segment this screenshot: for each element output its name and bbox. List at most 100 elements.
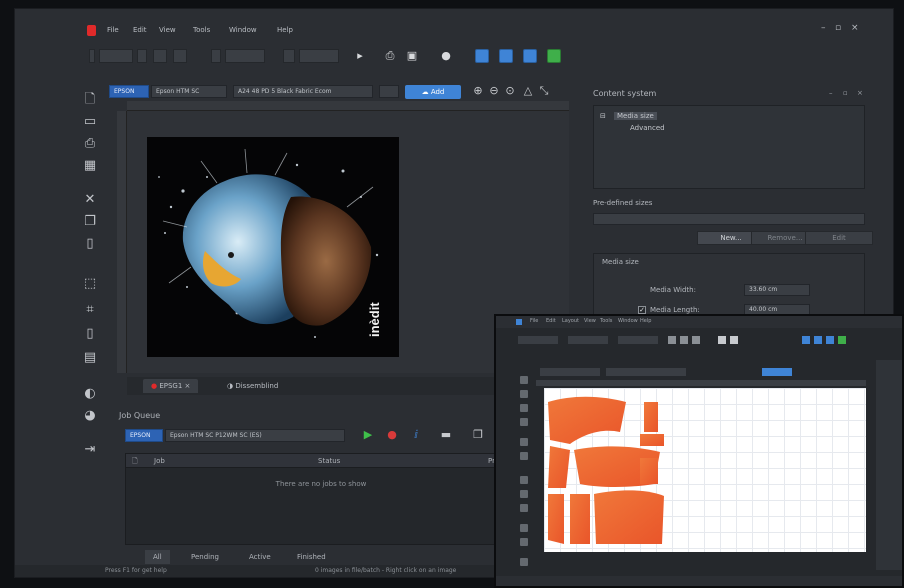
panel-pin-icon[interactable]: ▫	[843, 89, 848, 97]
play-small-icon[interactable]: ▸	[353, 49, 367, 63]
fit-icon[interactable]: ▯	[81, 325, 99, 343]
grid-icon[interactable]: ▤	[81, 349, 99, 367]
inset-fit-icon[interactable]	[520, 504, 528, 512]
layout-4-icon[interactable]	[547, 49, 561, 63]
menu-help[interactable]: Help	[277, 26, 293, 34]
stop-icon[interactable]: ●	[385, 428, 399, 442]
spinner3-icon[interactable]	[283, 49, 295, 63]
maximize-icon[interactable]: ▫	[835, 23, 841, 33]
inset-export-icon[interactable]	[520, 558, 528, 566]
printer-select[interactable]: Epson HTM SC	[151, 85, 227, 98]
menu-edit[interactable]: Edit	[133, 26, 147, 34]
inset-menu-window[interactable]: Window	[618, 318, 638, 324]
spinner-icon[interactable]	[89, 49, 95, 63]
inset-select-icon[interactable]	[520, 476, 528, 484]
zoom-in-icon[interactable]: ⊕	[471, 84, 485, 98]
inset-add-button[interactable]	[762, 368, 792, 376]
tab-doc-2[interactable]: ◑ Dissemblind	[219, 379, 286, 393]
inset-new-icon[interactable]	[520, 376, 528, 384]
rotate-icon[interactable]	[153, 49, 167, 63]
inset-pattern-canvas[interactable]	[544, 388, 866, 552]
inset-color-icon[interactable]	[520, 538, 528, 546]
inset-menu-layout[interactable]: Layout	[562, 318, 579, 324]
play-icon[interactable]: ▶	[361, 428, 375, 442]
zoom-out-icon[interactable]: ⊖	[487, 84, 501, 98]
spinner2-icon[interactable]	[211, 49, 221, 63]
inset-printer-icon[interactable]	[718, 336, 726, 344]
inset-layout-4-icon[interactable]	[838, 336, 846, 344]
tab-all[interactable]: All	[145, 550, 170, 564]
inset-media-select[interactable]	[606, 368, 686, 376]
panel-minimize-icon[interactable]: –	[829, 89, 833, 97]
inset-tool-1-icon[interactable]	[668, 336, 676, 344]
inset-copy-icon[interactable]	[520, 452, 528, 460]
inset-menu-file[interactable]: File	[530, 318, 538, 324]
new-file-icon[interactable]: 🗋	[81, 91, 99, 109]
inset-close-icon[interactable]	[520, 438, 528, 446]
inset-contrast-icon[interactable]	[520, 524, 528, 532]
printer-icon[interactable]: ⎙	[383, 49, 397, 63]
tree-expand-icon[interactable]: ⊟	[600, 112, 606, 120]
menu-file[interactable]: File	[107, 26, 119, 34]
inset-layout-3-icon[interactable]	[826, 336, 834, 344]
inset-open-icon[interactable]	[520, 390, 528, 398]
eagle-photo[interactable]: inèdit	[147, 137, 399, 357]
brand-select[interactable]: EPSON	[109, 85, 149, 98]
menu-view[interactable]: View	[159, 26, 176, 34]
inset-layout-1-icon[interactable]	[802, 336, 810, 344]
offset-field[interactable]	[299, 49, 339, 63]
lock-icon[interactable]	[137, 49, 147, 63]
inset-tool-3-icon[interactable]	[692, 336, 700, 344]
close-window-icon[interactable]: ×	[851, 23, 859, 33]
inset-printer-select[interactable]	[540, 368, 600, 376]
panel-close-icon[interactable]: ×	[857, 89, 863, 97]
edit-button[interactable]: Edit	[805, 231, 873, 245]
add-button[interactable]: ☁ Add	[405, 85, 461, 99]
minimize-icon[interactable]: –	[821, 23, 826, 33]
folder-icon[interactable]: ▣	[405, 49, 419, 63]
crop-icon[interactable]: ⌗	[81, 301, 99, 319]
tree-item-media-size[interactable]: Media size	[614, 112, 657, 120]
tree-item-advanced[interactable]: Advanced	[630, 124, 665, 132]
inset-tool-2-icon[interactable]	[680, 336, 688, 344]
inset-save-icon[interactable]	[520, 418, 528, 426]
media-option-select[interactable]	[379, 85, 399, 98]
height-field[interactable]	[225, 49, 265, 63]
layout-2-icon[interactable]	[499, 49, 513, 63]
align-icon[interactable]	[173, 49, 187, 63]
minus-icon[interactable]: ▬	[439, 428, 453, 442]
close-icon[interactable]: ✕	[81, 191, 99, 209]
inset-menu-tools[interactable]: Tools	[600, 318, 612, 324]
inset-folder-icon[interactable]	[730, 336, 738, 344]
media-width-input[interactable]: 33.60 cm	[744, 284, 810, 296]
menu-window[interactable]: Window	[229, 26, 257, 34]
inset-menu-view[interactable]: View	[584, 318, 596, 324]
media-select[interactable]: A24 48 PD 5 Black Fabric Ecom	[233, 85, 373, 98]
export-icon[interactable]: ⇥	[81, 441, 99, 459]
layout-3-icon[interactable]	[523, 49, 537, 63]
inset-layout-2-icon[interactable]	[814, 336, 822, 344]
menu-tools[interactable]: Tools	[193, 26, 210, 34]
ink-drop-icon[interactable]: ●	[439, 49, 453, 63]
print-preview-icon[interactable]: ⎙	[81, 135, 99, 153]
select-icon[interactable]: ⬚	[81, 275, 99, 293]
tab-finished[interactable]: Finished	[289, 550, 334, 564]
open-folder-icon[interactable]: ▭	[81, 113, 99, 131]
inset-crop-icon[interactable]	[520, 490, 528, 498]
layout-1-icon[interactable]	[475, 49, 489, 63]
predefined-select[interactable]	[593, 213, 865, 225]
info-icon[interactable]: ⅈ	[409, 428, 423, 442]
inset-field-2[interactable]	[568, 336, 608, 344]
inset-print-icon[interactable]	[520, 404, 528, 412]
color-icon[interactable]: ◕	[81, 407, 99, 425]
column-status[interactable]: Status	[318, 457, 340, 465]
column-job[interactable]: Job	[154, 457, 165, 465]
inset-field-1[interactable]	[518, 336, 558, 344]
job-brand-select[interactable]: EPSON	[125, 429, 163, 442]
width-field[interactable]	[99, 49, 133, 63]
page-icon[interactable]: ▯	[81, 235, 99, 253]
zoom-tool-icon[interactable]: ⤡	[537, 84, 551, 98]
tab-pending[interactable]: Pending	[183, 550, 227, 564]
doc-copy-icon[interactable]: ❐	[471, 428, 485, 442]
media-length-checkbox[interactable]: ✓	[638, 306, 646, 314]
